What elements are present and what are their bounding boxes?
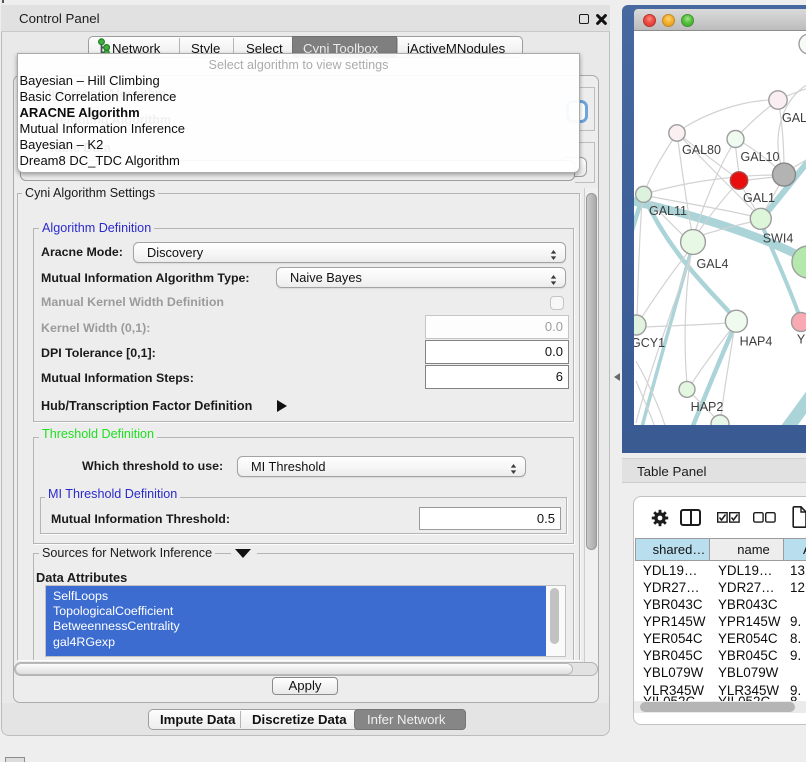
svg-text:GAL80: GAL80 bbox=[682, 143, 721, 157]
svg-text:GAL1: GAL1 bbox=[743, 191, 775, 205]
svg-text:Y: Y bbox=[797, 333, 806, 347]
svg-text:GCY1: GCY1 bbox=[634, 336, 665, 350]
svg-text:GAL4: GAL4 bbox=[697, 257, 729, 271]
svg-text:GAL7: GAL7 bbox=[782, 111, 806, 125]
svg-text:GAL11: GAL11 bbox=[649, 204, 687, 218]
svg-text:GAL10: GAL10 bbox=[741, 150, 780, 164]
svg-text:HAP4: HAP4 bbox=[740, 335, 773, 349]
svg-text:SWI4: SWI4 bbox=[763, 232, 794, 246]
svg-text:HAP2: HAP2 bbox=[691, 400, 724, 414]
